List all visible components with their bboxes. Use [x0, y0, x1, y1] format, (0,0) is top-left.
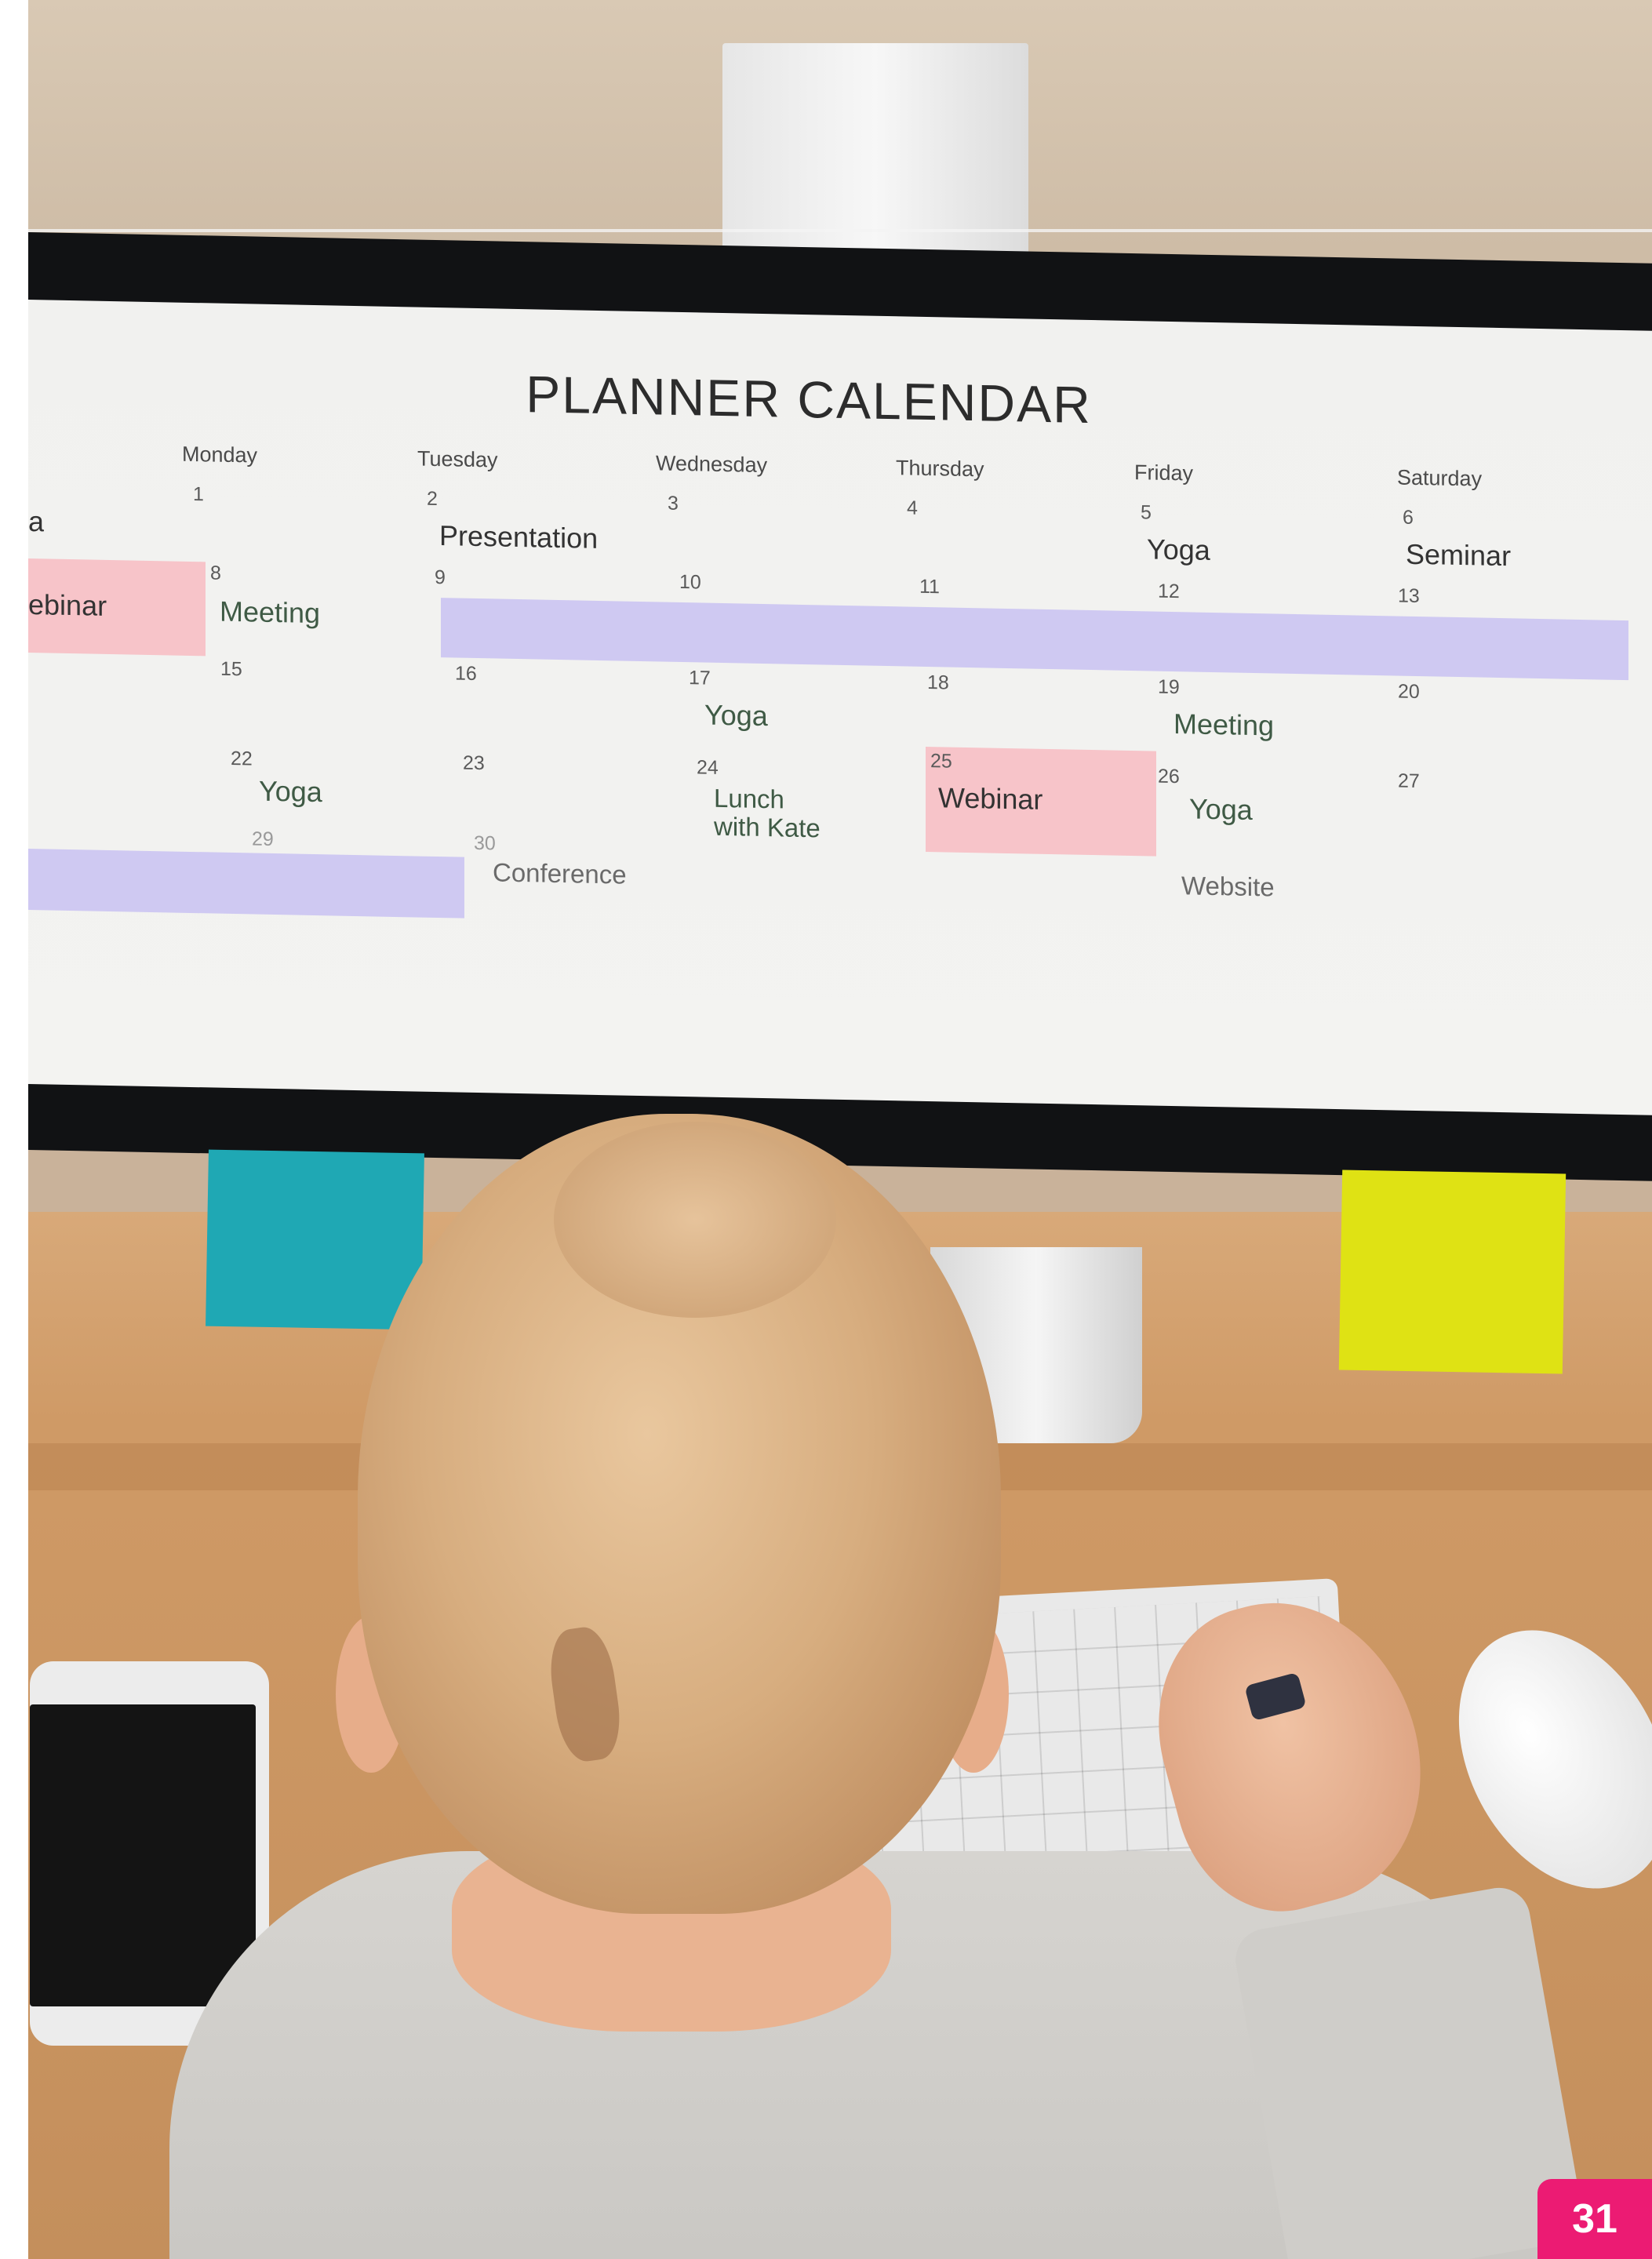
event-meeting-19: Meeting [1174, 708, 1275, 742]
date-20: 20 [1398, 680, 1420, 704]
page-margin [0, 0, 28, 2259]
date-9: 9 [435, 566, 446, 589]
event-lunch-line1: Lunch [714, 783, 784, 814]
date-2: 2 [427, 487, 438, 511]
hair-bun [554, 1122, 836, 1318]
page-number-badge: 31 [1537, 2179, 1652, 2259]
date-12: 12 [1158, 580, 1180, 603]
event-meeting-8: Meeting [220, 595, 321, 630]
date-30: 30 [474, 831, 496, 855]
person-arm [1230, 1882, 1588, 2259]
monitor-stand-top [722, 43, 1028, 255]
event-yoga-26: Yoga [1189, 792, 1253, 826]
date-29: 29 [252, 828, 274, 851]
desk-photo: PLANNER CALENDAR Monday Tuesday Wednesda… [28, 0, 1652, 2259]
date-8: 8 [210, 562, 221, 584]
date-4: 4 [907, 497, 918, 519]
event-block-conference [28, 849, 464, 919]
event-webinar-25: Webinar [938, 781, 1043, 816]
event-yoga-17: Yoga [704, 698, 768, 733]
yellow-sticky-note [1338, 1170, 1566, 1374]
event-lunch-line2: with Kate [714, 811, 821, 843]
dayname-saturday: Saturday [1397, 465, 1483, 491]
dayname-tuesday: Tuesday [417, 446, 498, 472]
date-15: 15 [220, 657, 242, 681]
calendar-title: PLANNER CALENDAR [28, 355, 1652, 446]
monitor-screen: PLANNER CALENDAR Monday Tuesday Wednesda… [28, 300, 1652, 1115]
date-13: 13 [1398, 584, 1420, 608]
date-18: 18 [927, 671, 949, 694]
dayname-wednesday: Wednesday [656, 451, 768, 478]
event-clipped: a [28, 505, 45, 538]
dayname-monday: Monday [182, 442, 258, 467]
date-3: 3 [668, 492, 679, 515]
phone-screen [30, 1704, 256, 2006]
date-27: 27 [1398, 769, 1420, 793]
event-webinar-clipped: ebinar [28, 588, 107, 622]
wall-edge [28, 229, 1652, 232]
calendar-title-text: PLANNER CALENDAR [526, 365, 1092, 435]
event-website: Website [1181, 871, 1275, 902]
dayname-thursday: Thursday [896, 456, 984, 482]
date-23: 23 [463, 751, 485, 775]
date-26: 26 [1158, 765, 1180, 788]
date-17: 17 [689, 667, 711, 689]
date-25: 25 [930, 750, 952, 773]
date-24: 24 [697, 756, 719, 779]
date-11: 11 [919, 575, 940, 598]
event-block-multiday [441, 598, 1628, 681]
event-conference: Conference [493, 857, 627, 889]
date-19: 19 [1158, 675, 1180, 699]
event-seminar: Seminar [1406, 537, 1512, 573]
date-6: 6 [1403, 506, 1414, 529]
date-10: 10 [679, 570, 701, 594]
event-presentation: Presentation [439, 519, 599, 555]
event-yoga-5: Yoga [1147, 533, 1210, 566]
date-5: 5 [1141, 501, 1152, 524]
date-16: 16 [455, 662, 477, 685]
date-22: 22 [231, 747, 253, 770]
blue-sticky-note [206, 1149, 424, 1330]
dayname-friday: Friday [1134, 460, 1194, 486]
date-1: 1 [193, 483, 204, 506]
event-yoga-22: Yoga [259, 774, 322, 809]
